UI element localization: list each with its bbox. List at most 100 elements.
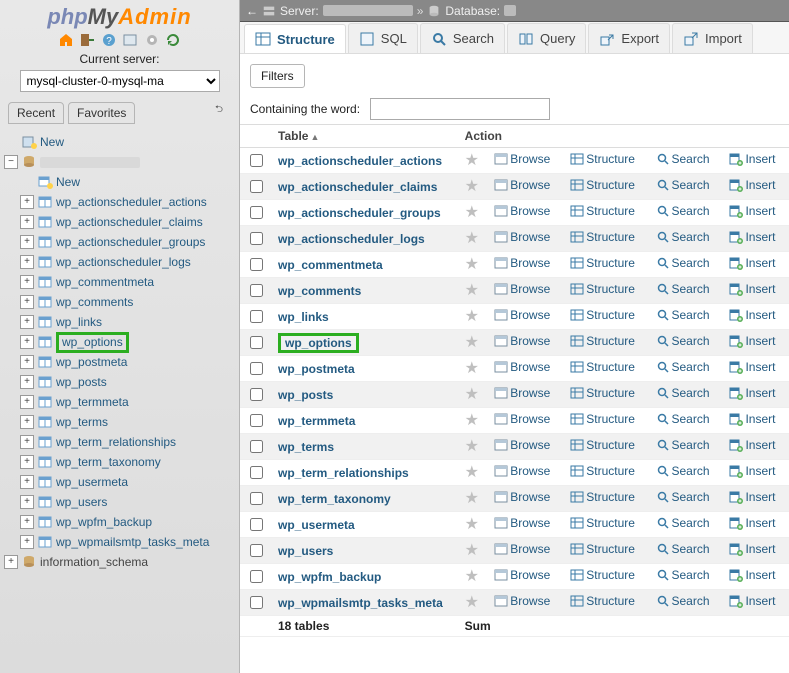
action-insert[interactable]: Insert [729, 438, 775, 452]
action-insert[interactable]: Insert [729, 412, 775, 426]
action-browse[interactable]: Browse [494, 360, 550, 374]
action-insert[interactable]: Insert [729, 204, 775, 218]
favorite-icon[interactable]: ★ [465, 153, 481, 169]
sidebar-link-icon[interactable]: ⮌ [215, 102, 231, 124]
favorite-icon[interactable]: ★ [465, 569, 481, 585]
col-table[interactable]: Table▲ [272, 125, 459, 148]
action-browse[interactable]: Browse [494, 438, 550, 452]
tree-table-link[interactable]: wp_termmeta [56, 395, 129, 409]
tree-table-link[interactable]: wp_actionscheduler_groups [56, 235, 205, 249]
sidebar-tab-favorites[interactable]: Favorites [68, 102, 135, 124]
table-name[interactable]: wp_users [278, 544, 333, 558]
tab-search[interactable]: Search [420, 23, 505, 53]
action-structure[interactable]: Structure [570, 490, 635, 504]
tree-table-link[interactable]: wp_wpfm_backup [56, 515, 152, 529]
favorite-icon[interactable]: ★ [465, 309, 481, 325]
action-insert[interactable]: Insert [729, 308, 775, 322]
tree-expand[interactable]: + [20, 275, 34, 289]
tree-db-info-schema[interactable]: information_schema [40, 555, 148, 569]
table-name[interactable]: wp_links [278, 310, 329, 324]
filter-input[interactable] [370, 98, 550, 120]
action-search[interactable]: Search [656, 542, 710, 556]
tab-query[interactable]: Query [507, 23, 586, 53]
tree-expand[interactable]: + [20, 435, 34, 449]
action-structure[interactable]: Structure [570, 542, 635, 556]
row-checkbox[interactable] [250, 258, 263, 271]
action-browse[interactable]: Browse [494, 256, 550, 270]
action-insert[interactable]: Insert [729, 360, 775, 374]
row-checkbox[interactable] [250, 180, 263, 193]
action-structure[interactable]: Structure [570, 308, 635, 322]
action-search[interactable]: Search [656, 516, 710, 530]
favorite-icon[interactable]: ★ [465, 543, 481, 559]
table-name[interactable]: wp_term_taxonomy [278, 492, 391, 506]
action-browse[interactable]: Browse [494, 568, 550, 582]
tree-expand[interactable]: + [20, 515, 34, 529]
tree-expand[interactable]: + [20, 455, 34, 469]
reload-icon[interactable] [165, 32, 181, 48]
action-browse[interactable]: Browse [494, 334, 550, 348]
action-structure[interactable]: Structure [570, 412, 635, 426]
docs-icon[interactable]: ? [101, 32, 117, 48]
table-name[interactable]: wp_posts [278, 388, 333, 402]
action-structure[interactable]: Structure [570, 568, 635, 582]
action-search[interactable]: Search [656, 334, 710, 348]
action-structure[interactable]: Structure [570, 282, 635, 296]
action-insert[interactable]: Insert [729, 282, 775, 296]
tree-expand[interactable]: + [20, 375, 34, 389]
action-structure[interactable]: Structure [570, 360, 635, 374]
tree-current-db[interactable] [40, 157, 140, 168]
favorite-icon[interactable]: ★ [465, 335, 481, 351]
action-search[interactable]: Search [656, 308, 710, 322]
breadcrumb-database-name[interactable] [504, 5, 516, 16]
table-name[interactable]: wp_options [278, 333, 359, 353]
action-structure[interactable]: Structure [570, 152, 635, 166]
action-structure[interactable]: Structure [570, 464, 635, 478]
action-browse[interactable]: Browse [494, 490, 550, 504]
collapse-icon[interactable]: ← [246, 4, 258, 18]
tree-expand[interactable]: + [20, 255, 34, 269]
action-browse[interactable]: Browse [494, 516, 550, 530]
favorite-icon[interactable]: ★ [465, 413, 481, 429]
action-search[interactable]: Search [656, 386, 710, 400]
action-structure[interactable]: Structure [570, 516, 635, 530]
favorite-icon[interactable]: ★ [465, 595, 481, 611]
action-structure[interactable]: Structure [570, 334, 635, 348]
tree-table-link[interactable]: wp_postmeta [56, 355, 127, 369]
tree-new-db[interactable]: New [40, 135, 64, 149]
tree-expand[interactable]: + [20, 495, 34, 509]
favorite-icon[interactable]: ★ [465, 283, 481, 299]
action-browse[interactable]: Browse [494, 386, 550, 400]
table-name[interactable]: wp_commentmeta [278, 258, 383, 272]
action-browse[interactable]: Browse [494, 230, 550, 244]
table-name[interactable]: wp_actionscheduler_logs [278, 232, 425, 246]
table-name[interactable]: wp_actionscheduler_claims [278, 180, 437, 194]
action-browse[interactable]: Browse [494, 412, 550, 426]
row-checkbox[interactable] [250, 570, 263, 583]
row-checkbox[interactable] [250, 388, 263, 401]
favorite-icon[interactable]: ★ [465, 465, 481, 481]
tree-table-link[interactable]: wp_users [56, 495, 107, 509]
row-checkbox[interactable] [250, 414, 263, 427]
sql-icon[interactable] [122, 32, 138, 48]
action-structure[interactable]: Structure [570, 386, 635, 400]
table-name[interactable]: wp_wpmailsmtp_tasks_meta [278, 596, 443, 610]
tab-export[interactable]: Export [588, 23, 670, 53]
logo[interactable]: phpMyAdmin [0, 0, 239, 30]
action-browse[interactable]: Browse [494, 464, 550, 478]
settings-icon[interactable] [144, 32, 160, 48]
tree-table-link[interactable]: wp_actionscheduler_claims [56, 215, 203, 229]
action-insert[interactable]: Insert [729, 568, 775, 582]
row-checkbox[interactable] [250, 154, 263, 167]
tree-expand[interactable]: + [20, 195, 34, 209]
tree-table-link[interactable]: wp_posts [56, 375, 107, 389]
tree-table-link[interactable]: wp_comments [56, 295, 133, 309]
tree-collapse[interactable]: − [4, 155, 18, 169]
favorite-icon[interactable]: ★ [465, 179, 481, 195]
action-search[interactable]: Search [656, 438, 710, 452]
tree-table-link[interactable]: wp_commentmeta [56, 275, 154, 289]
action-insert[interactable]: Insert [729, 256, 775, 270]
action-insert[interactable]: Insert [729, 490, 775, 504]
tree-expand[interactable]: + [20, 235, 34, 249]
tree-table-link[interactable]: wp_links [56, 315, 102, 329]
